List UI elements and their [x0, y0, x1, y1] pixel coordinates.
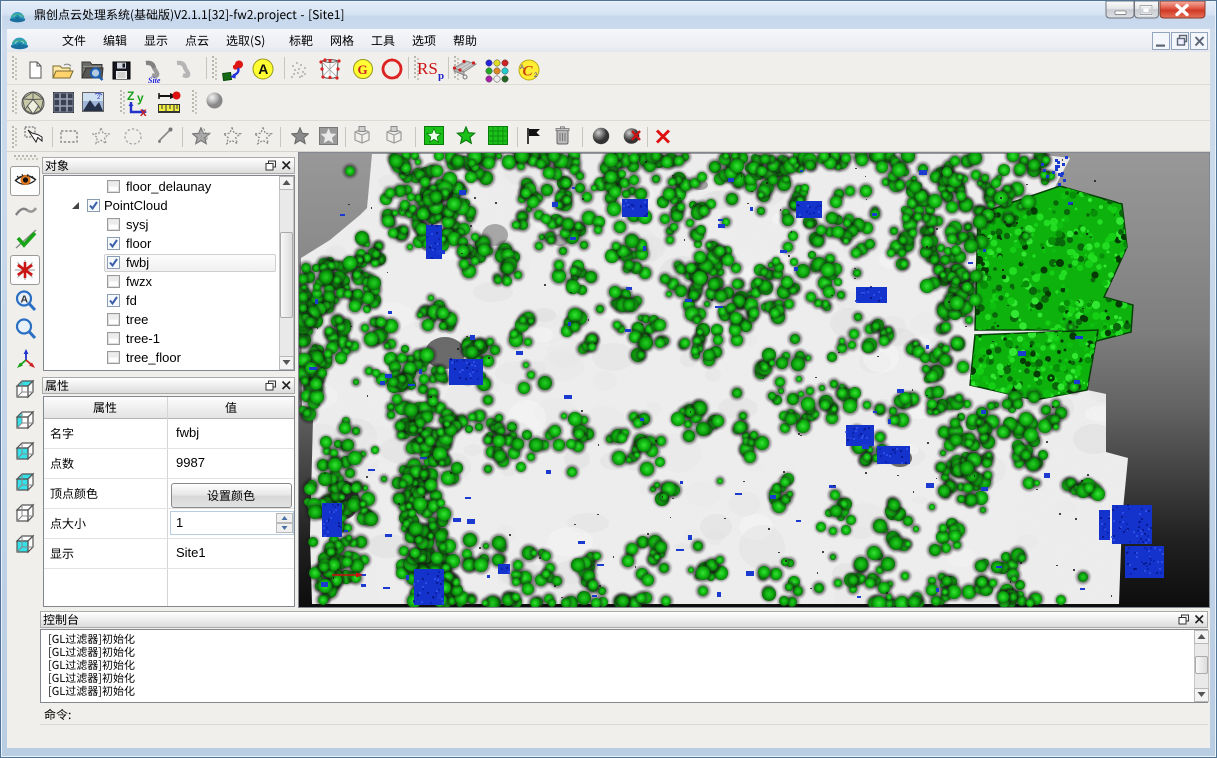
svg-text:A: A: [520, 65, 524, 71]
svg-text:C: C: [523, 64, 534, 80]
svg-text:x: x: [140, 105, 147, 116]
svg-text:Site: Site: [148, 76, 161, 84]
svg-text:y: y: [137, 91, 144, 105]
svg-text:A: A: [258, 61, 268, 77]
svg-text:G: G: [358, 62, 368, 77]
svg-text:Z: Z: [127, 90, 134, 103]
svg-text:p: p: [438, 70, 444, 81]
svg-text:RS: RS: [417, 59, 438, 78]
